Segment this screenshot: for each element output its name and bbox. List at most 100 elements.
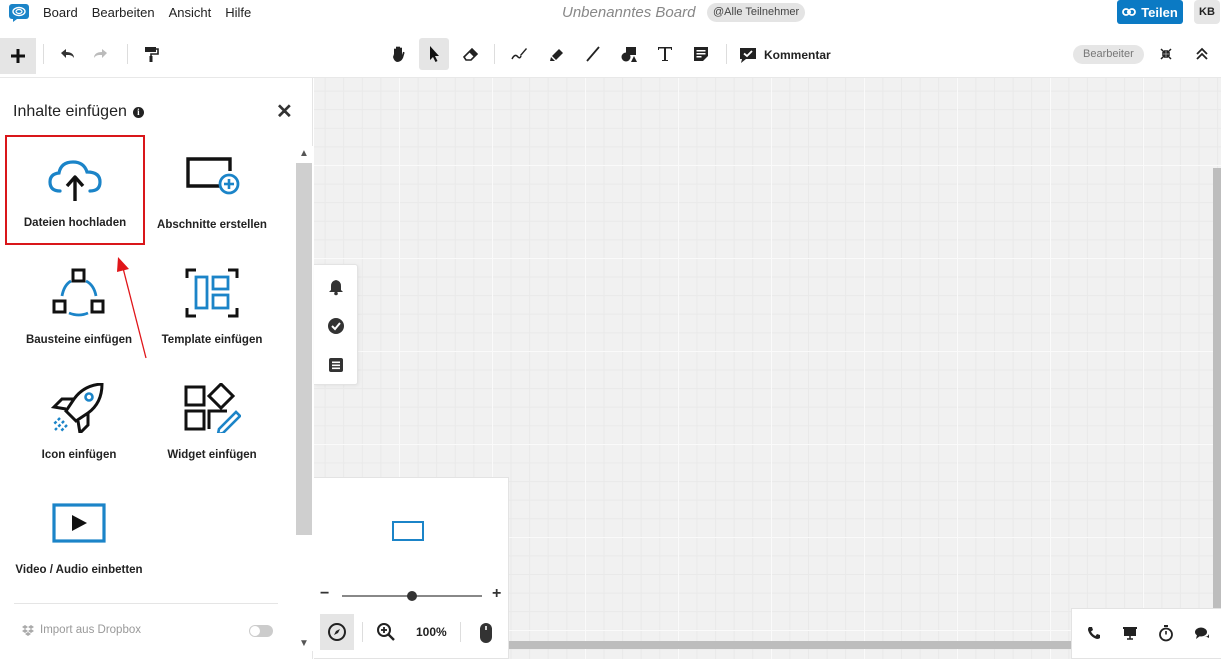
timer-button[interactable] bbox=[1156, 623, 1176, 643]
main-menu: Board Bearbeiten Ansicht Hilfe bbox=[43, 5, 251, 20]
tile-label: Icon einfügen bbox=[41, 449, 117, 461]
phone-icon bbox=[1088, 627, 1100, 639]
minimap-viewport[interactable] bbox=[392, 521, 424, 541]
canvas-vertical-scrollbar[interactable] bbox=[1213, 168, 1221, 658]
editor-role-badge[interactable]: Bearbeiter bbox=[1073, 45, 1144, 64]
select-tool-button[interactable] bbox=[419, 38, 449, 70]
cursor-icon bbox=[430, 46, 439, 62]
double-chevron-up-icon bbox=[1196, 47, 1208, 60]
collapse-toolbar-button[interactable] bbox=[1187, 38, 1217, 70]
mouse-mode-button[interactable] bbox=[478, 622, 494, 649]
list-icon bbox=[329, 358, 343, 372]
dropbox-label: Import aus Dropbox bbox=[40, 624, 141, 636]
tile-insert-widget[interactable]: Widget einfügen bbox=[142, 365, 282, 475]
tile-upload-files[interactable]: Dateien hochladen bbox=[5, 135, 145, 245]
comment-icon bbox=[740, 48, 756, 63]
dropbox-toggle[interactable] bbox=[249, 625, 273, 637]
menu-help[interactable]: Hilfe bbox=[225, 5, 251, 20]
pen-tool-button[interactable] bbox=[504, 38, 534, 70]
tile-embed-media[interactable]: Video / Audio einbetten bbox=[9, 480, 149, 590]
scroll-down-arrow[interactable]: ▼ bbox=[298, 638, 310, 650]
video-icon bbox=[52, 503, 106, 543]
zoom-out-button[interactable]: − bbox=[320, 585, 329, 603]
zoom-slider-row: − + bbox=[320, 585, 504, 604]
zoom-percent[interactable]: 100% bbox=[416, 625, 447, 639]
check-circle-icon bbox=[328, 318, 344, 334]
app-logo-icon[interactable] bbox=[8, 3, 30, 23]
tile-insert-template[interactable]: Template einfügen bbox=[142, 250, 282, 360]
text-icon bbox=[658, 47, 672, 61]
plus-icon bbox=[11, 49, 25, 63]
shapes-icon bbox=[52, 268, 105, 317]
close-panel-button[interactable]: ✕ bbox=[276, 102, 293, 122]
hand-icon bbox=[393, 46, 405, 62]
top-menu-bar: Board Bearbeiten Ansicht Hilfe Unbenannt… bbox=[0, 0, 1221, 28]
link-icon bbox=[1122, 8, 1137, 16]
minimap-controls: 100% bbox=[314, 610, 509, 660]
shape-tool-button[interactable] bbox=[614, 38, 644, 70]
format-painter-button[interactable] bbox=[136, 38, 166, 70]
scroll-up-arrow[interactable]: ▲ bbox=[298, 148, 310, 160]
undo-icon bbox=[61, 49, 74, 58]
panel-scrollbar-thumb[interactable] bbox=[296, 163, 312, 535]
call-button[interactable] bbox=[1084, 623, 1104, 643]
comment-button[interactable]: Kommentar bbox=[738, 45, 831, 65]
notes-list-button[interactable] bbox=[326, 355, 346, 375]
minimap-panel: − + 100% bbox=[314, 477, 509, 659]
tile-insert-icon[interactable]: Icon einfügen bbox=[9, 365, 149, 475]
pen-icon bbox=[511, 48, 527, 60]
participants-badge[interactable]: @Alle Teilnehmer bbox=[707, 3, 806, 22]
collapse-arrows-icon bbox=[1160, 48, 1172, 60]
bell-icon bbox=[329, 280, 343, 296]
avatar[interactable]: KB bbox=[1194, 0, 1220, 24]
fullscreen-button[interactable] bbox=[1151, 38, 1181, 70]
notifications-button[interactable] bbox=[326, 277, 346, 297]
hand-tool-button[interactable] bbox=[384, 38, 414, 70]
tile-create-sections[interactable]: Abschnitte erstellen bbox=[142, 135, 282, 245]
canvas-horizontal-scrollbar[interactable] bbox=[509, 641, 1071, 649]
zoom-in-button[interactable]: + bbox=[492, 585, 501, 603]
tile-insert-blocks[interactable]: Bausteine einfügen bbox=[9, 250, 149, 360]
main-toolbar: Kommentar Bearbeiter bbox=[0, 30, 1221, 78]
chat-button[interactable] bbox=[1192, 623, 1212, 643]
text-tool-button[interactable] bbox=[650, 38, 680, 70]
board-title[interactable]: Unbenanntes Board bbox=[562, 4, 695, 21]
menu-edit[interactable]: Bearbeiten bbox=[92, 5, 155, 20]
paint-roller-icon bbox=[145, 47, 159, 62]
share-button[interactable]: Teilen bbox=[1117, 0, 1183, 24]
tile-label: Bausteine einfügen bbox=[25, 334, 133, 346]
tile-label: Dateien hochladen bbox=[23, 217, 127, 229]
eraser-tool-button[interactable] bbox=[456, 38, 486, 70]
highlighter-tool-button[interactable] bbox=[542, 38, 572, 70]
tasks-button[interactable] bbox=[326, 316, 346, 336]
add-content-button[interactable] bbox=[0, 38, 36, 74]
sticky-note-icon bbox=[694, 47, 708, 61]
eraser-icon bbox=[462, 47, 479, 61]
zoom-slider-handle[interactable] bbox=[407, 591, 417, 601]
share-label: Teilen bbox=[1141, 4, 1178, 20]
presentation-button[interactable] bbox=[1120, 623, 1140, 643]
tile-label: Widget einfügen bbox=[167, 449, 257, 461]
navigator-toggle-button[interactable] bbox=[320, 614, 354, 650]
menu-view[interactable]: Ansicht bbox=[169, 5, 212, 20]
undo-button[interactable] bbox=[52, 38, 82, 70]
cloud-upload-icon bbox=[48, 160, 102, 201]
dropbox-import-row[interactable]: Import aus Dropbox bbox=[22, 624, 141, 636]
communication-bar bbox=[1071, 608, 1221, 659]
widget-icon bbox=[184, 383, 241, 433]
panel-title-text: Inhalte einfügen bbox=[13, 103, 127, 120]
dropbox-icon bbox=[22, 625, 34, 636]
info-icon[interactable]: i bbox=[132, 106, 144, 118]
rocket-icon bbox=[50, 383, 104, 433]
highlighter-icon bbox=[550, 49, 563, 61]
compass-icon bbox=[328, 623, 346, 641]
zoom-magnifier-icon bbox=[377, 623, 395, 641]
line-tool-button[interactable] bbox=[578, 38, 608, 70]
zoom-fit-button[interactable] bbox=[376, 622, 396, 647]
line-icon bbox=[586, 46, 600, 62]
comment-label: Kommentar bbox=[764, 48, 831, 62]
chat-icon bbox=[1195, 627, 1209, 639]
sticky-note-tool-button[interactable] bbox=[686, 38, 716, 70]
redo-button[interactable] bbox=[86, 38, 116, 70]
menu-board[interactable]: Board bbox=[43, 5, 78, 20]
